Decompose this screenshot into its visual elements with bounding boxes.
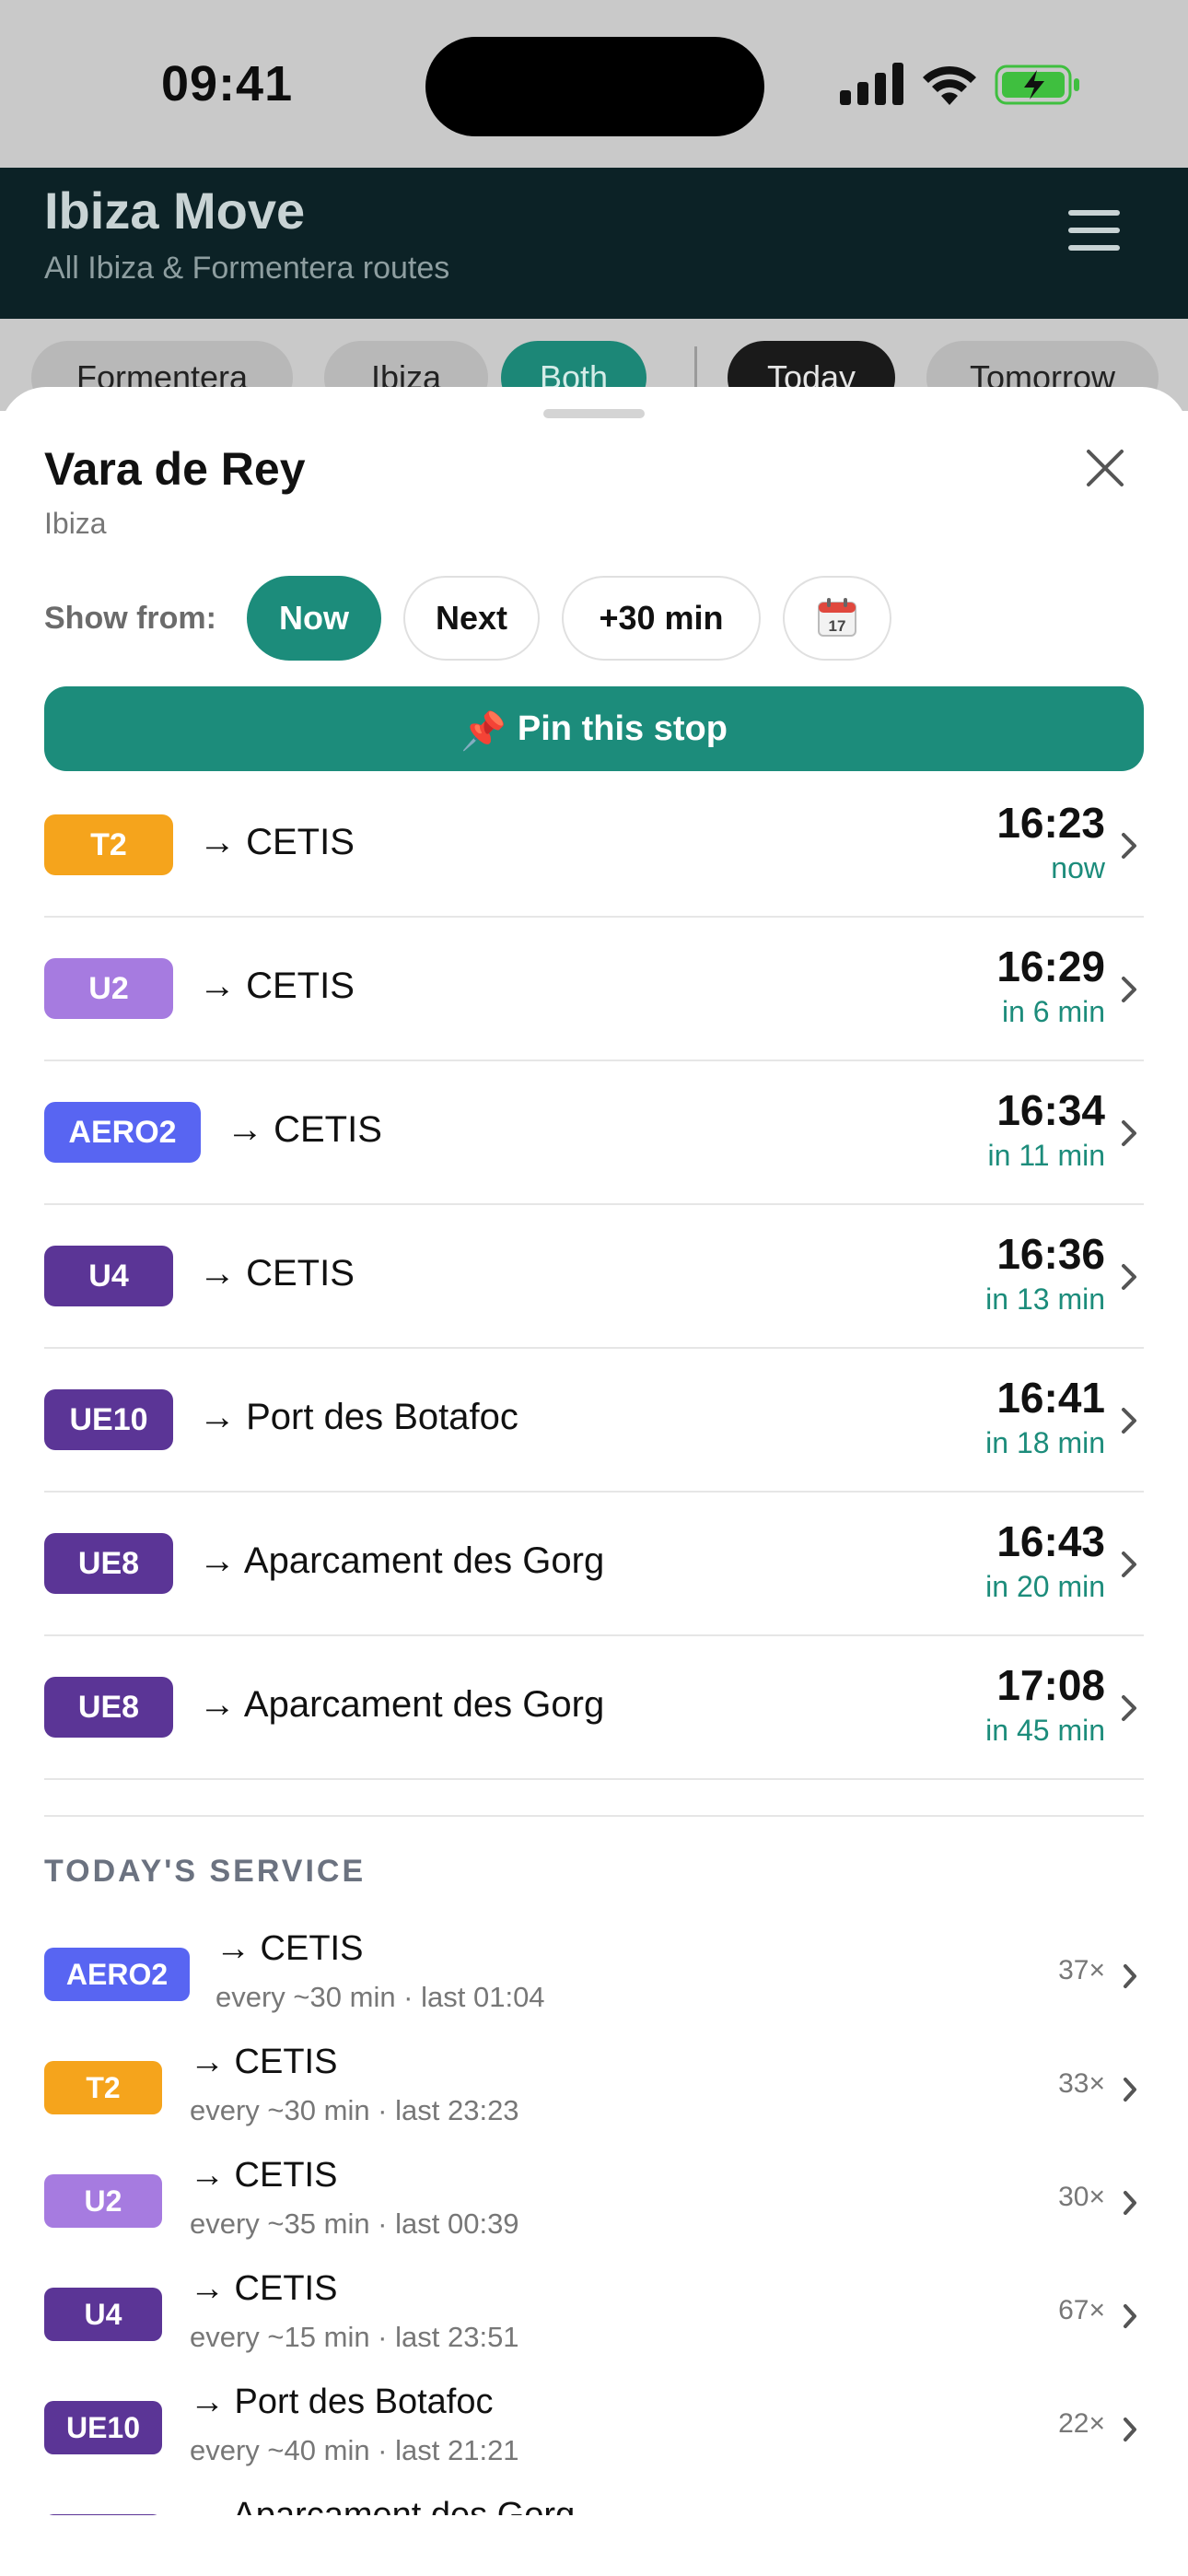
todays-service-title: TODAY'S SERVICE — [44, 1854, 367, 1889]
service-destination: → CETIS — [190, 2269, 338, 2308]
show-from-next-button[interactable]: Next — [403, 576, 540, 661]
section-divider — [44, 1815, 1144, 1817]
stop-name: Vara de Rey — [44, 443, 306, 495]
departure-relative-time: now — [1051, 851, 1105, 884]
close-icon[interactable] — [1081, 444, 1129, 492]
chevron-right-icon — [1122, 1695, 1136, 1721]
status-time: 09:41 — [161, 56, 294, 111]
service-frequency: every ~15 min · last 23:51 — [190, 2321, 519, 2353]
cellular-signal-icon — [840, 63, 903, 105]
pin-stop-button[interactable]: 📌 Pin this stop — [44, 686, 1144, 771]
route-badge: UE10 — [44, 1389, 173, 1450]
show-from-plus30-button[interactable]: +30 min — [562, 576, 761, 661]
chevron-right-icon — [1124, 2191, 1136, 2215]
service-frequency: every ~30 min · last 23:23 — [190, 2094, 519, 2126]
route-badge: T2 — [44, 814, 173, 875]
service-trip-count: 67× — [1058, 2295, 1105, 2325]
departure-destination: → Aparcament des Gorg — [199, 1540, 605, 1581]
departure-relative-time: in 45 min — [985, 1714, 1105, 1747]
departure-destination: → Port des Botafoc — [199, 1397, 518, 1437]
departure-time: 16:23 — [996, 799, 1105, 847]
app-title: Ibiza Move — [44, 181, 306, 240]
service-row[interactable]: T2 → CETIS every ~30 min · last 23:23 33… — [44, 2030, 1144, 2140]
service-trip-count: 22× — [1058, 2408, 1105, 2439]
chevron-right-icon — [1122, 833, 1136, 859]
departure-relative-time: in 13 min — [985, 1282, 1105, 1316]
departure-destination: → CETIS — [227, 1109, 382, 1150]
service-frequency: every ~35 min · last 00:39 — [190, 2207, 519, 2240]
chevron-right-icon — [1124, 1964, 1136, 1988]
service-row[interactable]: U4 → CETIS every ~15 min · last 23:51 67… — [44, 2256, 1144, 2367]
departure-destination: → Aparcament des Gorg — [199, 1684, 605, 1725]
service-frequency: every ~30 min · last 01:04 — [215, 1981, 545, 2013]
departure-row[interactable]: U2 → CETIS 16:29 in 6 min — [44, 918, 1144, 1061]
route-badge: U2 — [44, 2174, 162, 2228]
departure-row[interactable]: UE8 → Aparcament des Gorg 16:43 in 20 mi… — [44, 1493, 1144, 1636]
route-badge: UE8 — [44, 1533, 173, 1594]
service-destination: → CETIS — [215, 1929, 364, 1968]
route-badge: U4 — [44, 1246, 173, 1306]
route-badge: AERO2 — [44, 1102, 201, 1163]
status-bar: 09:41 — [0, 0, 1188, 168]
departure-time: 17:08 — [996, 1661, 1105, 1709]
departure-destination: → CETIS — [199, 822, 355, 862]
departure-relative-time: in 18 min — [985, 1426, 1105, 1459]
chevron-right-icon — [1124, 2418, 1136, 2441]
service-frequency: every ~40 min · last 21:21 — [190, 2434, 519, 2466]
service-trip-count: 37× — [1058, 1955, 1105, 1985]
service-destination: → CETIS — [190, 2156, 338, 2195]
route-badge: UE8 — [44, 1677, 173, 1738]
departure-time: 16:41 — [996, 1374, 1105, 1422]
list-clip — [0, 2515, 1188, 2576]
pushpin-icon: 📌 — [460, 711, 507, 752]
stop-region: Ibiza — [44, 507, 107, 540]
route-badge: UE10 — [44, 2401, 162, 2454]
chevron-right-icon — [1122, 977, 1136, 1002]
service-trip-count: 30× — [1058, 2182, 1105, 2212]
departure-row[interactable]: T2 → CETIS 16:23 now — [44, 774, 1144, 918]
departure-row[interactable]: UE10 → Port des Botafoc 16:41 in 18 min — [44, 1349, 1144, 1493]
route-badge: U2 — [44, 958, 173, 1019]
show-from-now-button[interactable]: Now — [247, 576, 381, 661]
departure-time: 16:29 — [996, 943, 1105, 990]
pin-stop-label: Pin this stop — [517, 709, 728, 748]
sheet-grabber[interactable] — [543, 409, 645, 418]
route-badge: AERO2 — [44, 1948, 190, 2001]
wifi-icon — [923, 65, 976, 105]
route-badge: U4 — [44, 2288, 162, 2341]
hamburger-menu-icon[interactable] — [1068, 210, 1120, 252]
departure-time: 16:34 — [996, 1086, 1105, 1134]
service-destination: → Port des Botafoc — [190, 2383, 494, 2421]
departure-relative-time: in 6 min — [1001, 995, 1105, 1028]
departure-relative-time: in 11 min — [987, 1139, 1105, 1172]
departure-row[interactable]: UE8 → Aparcament des Gorg 17:08 in 45 mi… — [44, 1636, 1144, 1780]
show-from-label: Show from: — [44, 601, 216, 636]
chevron-right-icon — [1124, 2304, 1136, 2328]
departure-time: 16:36 — [996, 1230, 1105, 1278]
calendar-icon: 17 — [818, 598, 856, 638]
departure-destination: → CETIS — [199, 966, 355, 1006]
service-trip-count: 33× — [1058, 2068, 1105, 2099]
chevron-right-icon — [1124, 2078, 1136, 2102]
battery-charging-icon — [995, 64, 1079, 105]
departure-destination: → CETIS — [199, 1253, 355, 1294]
route-badge: T2 — [44, 2061, 162, 2114]
chevron-right-icon — [1122, 1551, 1136, 1577]
service-row[interactable]: U2 → CETIS every ~35 min · last 00:39 30… — [44, 2143, 1144, 2254]
service-destination: → CETIS — [190, 2043, 338, 2081]
departure-relative-time: in 20 min — [985, 1570, 1105, 1603]
chevron-right-icon — [1122, 1264, 1136, 1290]
departure-time: 16:43 — [996, 1517, 1105, 1565]
svg-text:17: 17 — [829, 617, 846, 635]
departure-row[interactable]: AERO2 → CETIS 16:34 in 11 min — [44, 1061, 1144, 1205]
departure-row[interactable]: U4 → CETIS 16:36 in 13 min — [44, 1205, 1144, 1349]
stop-detail-sheet: Vara de Rey Ibiza Show from: Now Next +3… — [0, 387, 1188, 2576]
chevron-right-icon — [1122, 1408, 1136, 1434]
service-row[interactable]: AERO2 → CETIS every ~30 min · last 01:04… — [44, 1916, 1144, 2027]
app-subtitle: All Ibiza & Formentera routes — [44, 251, 450, 286]
calendar-button[interactable]: 17 — [783, 576, 891, 661]
chevron-right-icon — [1122, 1120, 1136, 1146]
dynamic-island — [425, 37, 764, 136]
service-row[interactable]: UE10 → Port des Botafoc every ~40 min · … — [44, 2370, 1144, 2480]
